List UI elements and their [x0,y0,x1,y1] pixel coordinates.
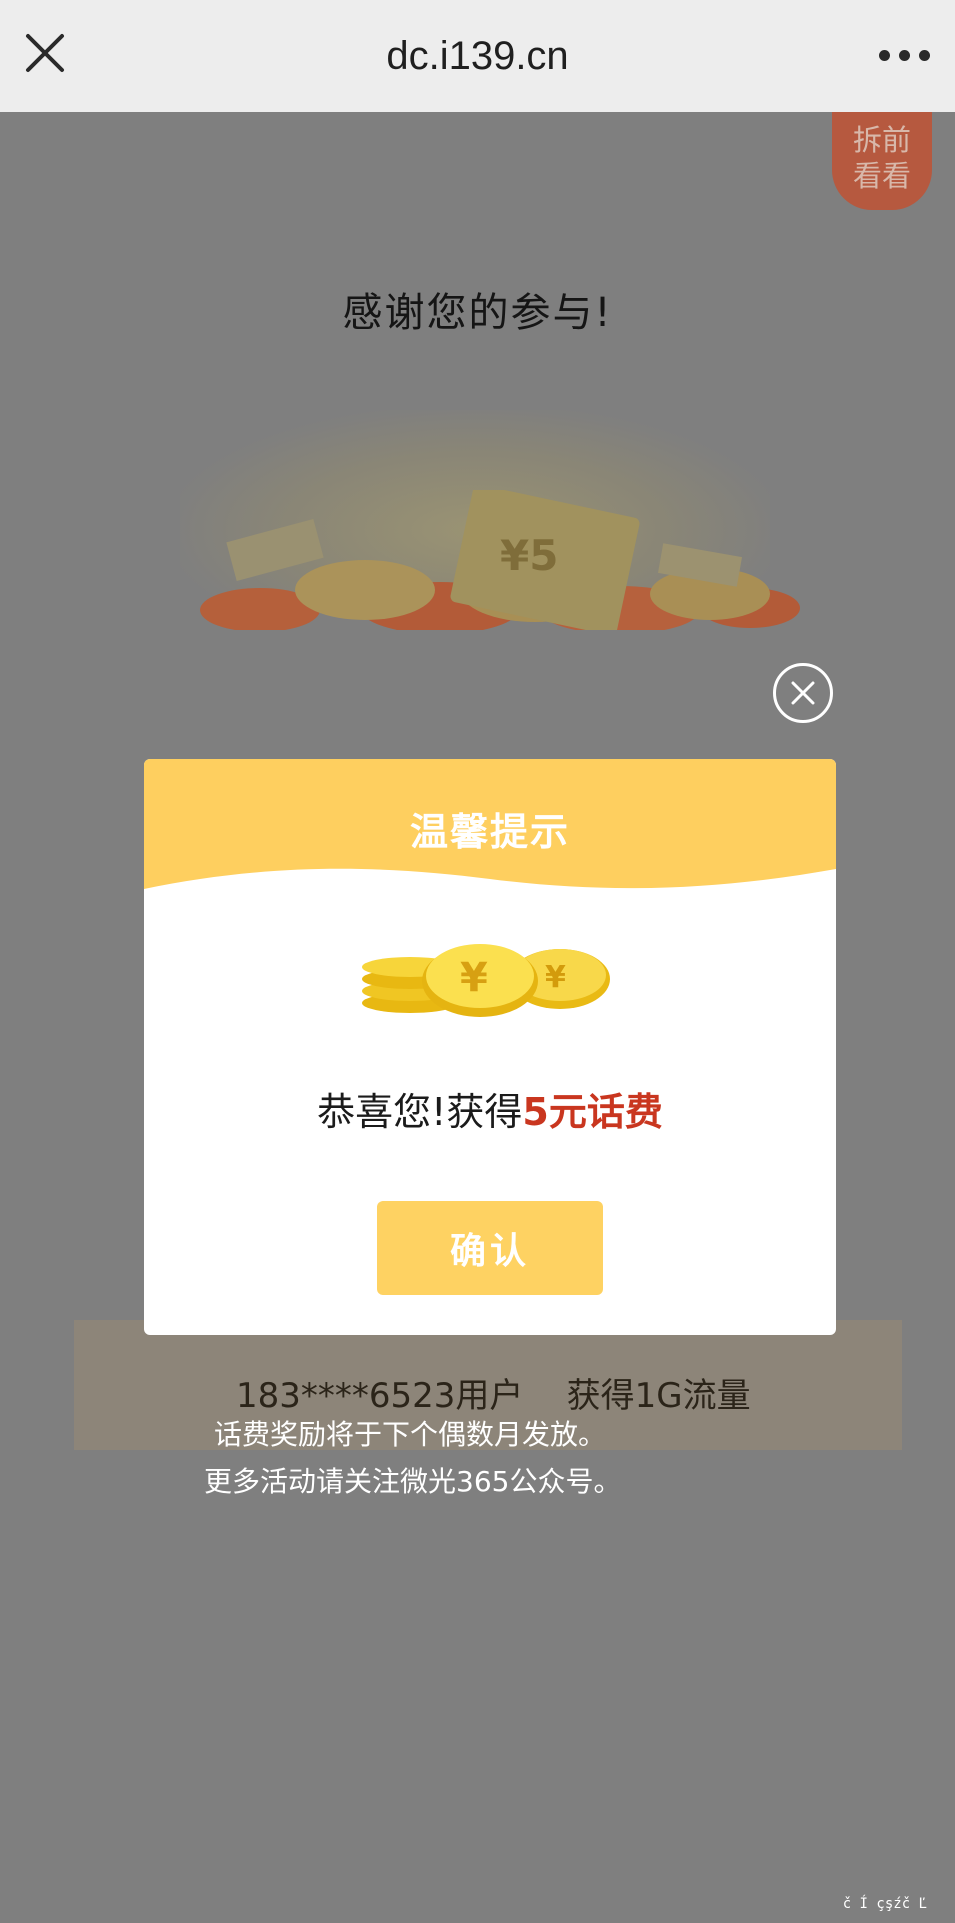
dialog-title: 温馨提示 [409,810,570,854]
confirm-button[interactable]: 确认 [377,1201,603,1295]
page-url: dc.i139.cn [386,34,569,78]
corner-glyphs: č Í çşźč Ľ [842,1896,927,1912]
svg-text:¥: ¥ [545,960,566,995]
side-badge[interactable]: 拆前 看看 [832,112,932,210]
reward-note-1: 话费奖励将于下个偶数月发放。 [214,1418,607,1451]
browser-toolbar: dc.i139.cn [0,0,955,112]
congrats-prefix: 恭喜您!获得 [317,1090,523,1134]
prize-dialog: 温馨提示 ¥ ¥ 恭喜您!获得5元话费 确认 [144,759,836,1335]
side-badge-line1: 拆前 [852,123,911,157]
congrats-message: 恭喜您!获得5元话费 [144,1081,836,1136]
page-title: 感谢您的参与! [342,290,613,336]
modal-close-button[interactable] [773,663,833,723]
dialog-header-wave [144,868,836,909]
prize-amount: 5元话费 [522,1090,663,1134]
svg-text:¥: ¥ [460,955,488,1001]
winner-marquee: 183****6523用户 获得1G流量 [236,1376,751,1416]
banner-price: ¥5 [500,531,558,580]
close-icon [791,681,815,705]
gold-coins-icon: ¥ ¥ [362,944,610,1017]
more-options-icon[interactable] [879,48,931,62]
reward-note-2: 更多活动请关注微光365公众号。 [204,1465,622,1498]
reward-banner-image: ¥5 [190,490,800,630]
side-badge-line2: 看看 [852,159,911,193]
